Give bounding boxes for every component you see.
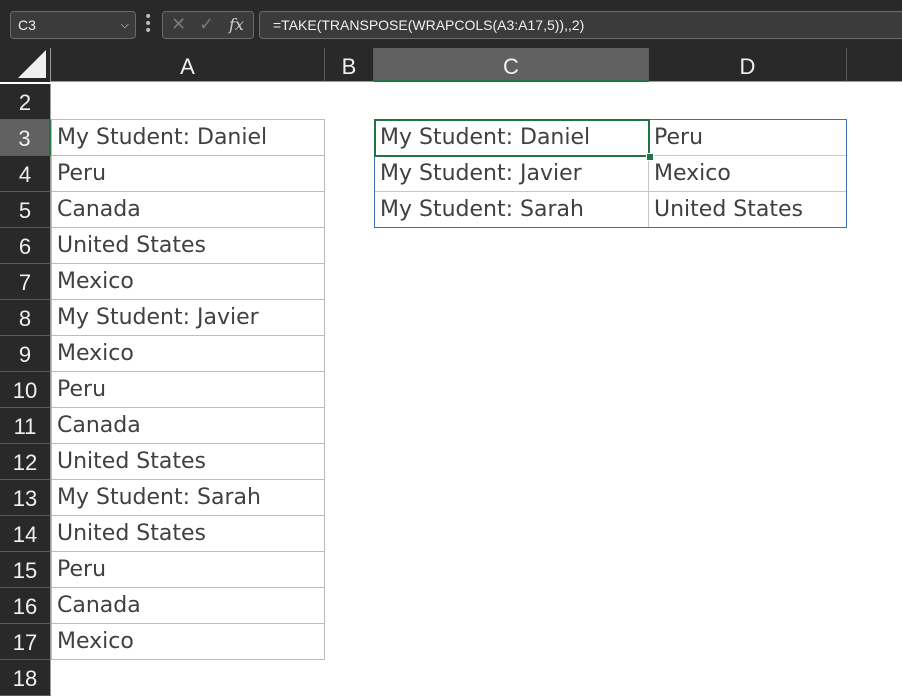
cell-a9[interactable]: Mexico xyxy=(51,335,325,372)
cell-a12[interactable]: United States xyxy=(51,443,325,480)
cell-d4[interactable]: Mexico xyxy=(648,155,847,192)
name-box-value: C3 xyxy=(18,17,36,33)
row-header-7[interactable]: 7 xyxy=(0,264,51,300)
cell-c3[interactable]: My Student: Daniel xyxy=(374,119,649,156)
column-header-c[interactable]: C xyxy=(374,48,649,82)
formula-bar-area: C3 ⌵ • • • ✕ ✓ fx =TAKE(TRANSPOSE(WRAPCOLS… xyxy=(0,0,902,48)
row-header-15[interactable]: 15 xyxy=(0,552,51,588)
row-header-18[interactable]: 18 xyxy=(0,660,51,696)
column-header-a[interactable]: A xyxy=(51,48,325,82)
row-header-16[interactable]: 16 xyxy=(0,588,51,624)
row-header-3[interactable]: 3 xyxy=(0,120,51,156)
cell-a10[interactable]: Peru xyxy=(51,371,325,408)
row-header-6[interactable]: 6 xyxy=(0,228,51,264)
more-options-icon[interactable]: • • • xyxy=(144,10,152,38)
row-header-14[interactable]: 14 xyxy=(0,516,51,552)
name-box[interactable]: C3 ⌵ xyxy=(10,11,136,39)
cell-a4[interactable]: Peru xyxy=(51,155,325,192)
select-all-triangle-icon xyxy=(18,50,46,78)
cell-a6[interactable]: United States xyxy=(51,227,325,264)
cell-d3[interactable]: Peru xyxy=(648,119,847,156)
row-header-10[interactable]: 10 xyxy=(0,372,51,408)
cell-a3[interactable]: My Student: Daniel xyxy=(51,119,325,156)
cell-c4[interactable]: My Student: Javier xyxy=(374,155,649,192)
chevron-down-icon[interactable]: ⌵ xyxy=(121,12,129,38)
formula-input[interactable]: =TAKE(TRANSPOSE(WRAPCOLS(A3:A17,5)),,2) xyxy=(259,11,902,39)
fill-handle[interactable] xyxy=(646,153,654,161)
cancel-icon[interactable]: ✕ xyxy=(171,12,186,38)
cell-a14[interactable]: United States xyxy=(51,515,325,552)
column-header-e[interactable]: E xyxy=(847,48,902,82)
row-header-17[interactable]: 17 xyxy=(0,624,51,660)
row-header-9[interactable]: 9 xyxy=(0,336,51,372)
row-header-4[interactable]: 4 xyxy=(0,156,51,192)
cell-a17[interactable]: Mexico xyxy=(51,623,325,660)
row-header-5[interactable]: 5 xyxy=(0,192,51,228)
row-header-13[interactable]: 13 xyxy=(0,480,51,516)
insert-function-icon[interactable]: fx xyxy=(229,12,244,38)
cell-c5[interactable]: My Student: Sarah xyxy=(374,191,649,228)
cell-a15[interactable]: Peru xyxy=(51,551,325,588)
cell-a16[interactable]: Canada xyxy=(51,587,325,624)
cell-a5[interactable]: Canada xyxy=(51,191,325,228)
row-header-8[interactable]: 8 xyxy=(0,300,51,336)
enter-icon[interactable]: ✓ xyxy=(199,12,214,38)
row-header-2[interactable]: 2 xyxy=(0,84,51,120)
column-header-d[interactable]: D xyxy=(649,48,847,82)
row-header-12[interactable]: 12 xyxy=(0,444,51,480)
cell-a7[interactable]: Mexico xyxy=(51,263,325,300)
cell-d5[interactable]: United States xyxy=(648,191,847,228)
select-all-button[interactable] xyxy=(0,48,51,82)
cell-a13[interactable]: My Student: Sarah xyxy=(51,479,325,516)
column-header-b[interactable]: B xyxy=(325,48,374,82)
cell-a8[interactable]: My Student: Javier xyxy=(51,299,325,336)
formula-buttons: ✕ ✓ fx xyxy=(162,11,254,39)
row-header-11[interactable]: 11 xyxy=(0,408,51,444)
cell-a11[interactable]: Canada xyxy=(51,407,325,444)
